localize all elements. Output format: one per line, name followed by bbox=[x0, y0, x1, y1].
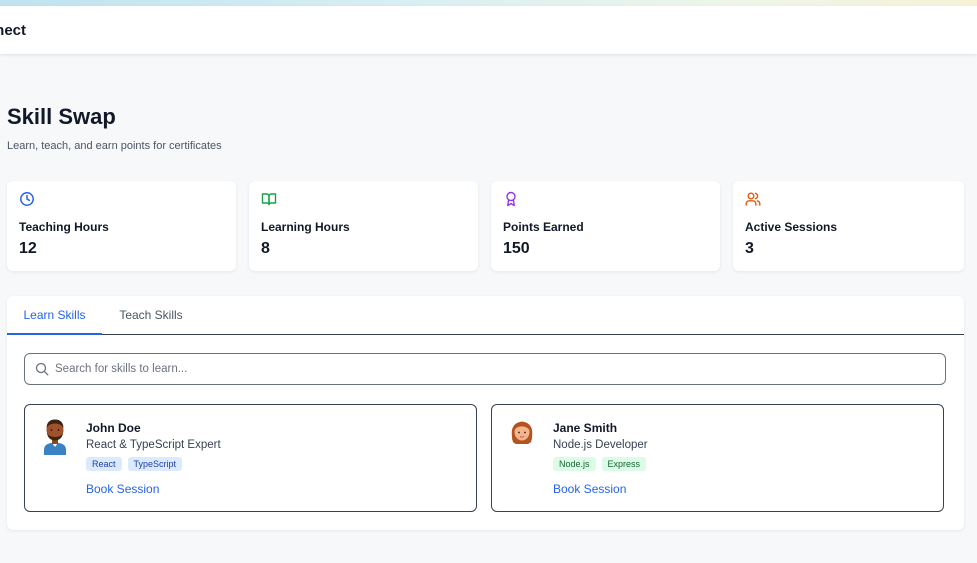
users-icon bbox=[745, 192, 761, 206]
skill-tags: Node.js Express bbox=[553, 457, 647, 471]
mentor-card-jane-smith: Jane Smith Node.js Developer Node.js Exp… bbox=[491, 404, 944, 512]
stat-card-points-earned: Points Earned 150 bbox=[491, 181, 720, 271]
stat-label: Teaching Hours bbox=[19, 220, 109, 234]
award-icon bbox=[506, 191, 516, 207]
tab-learn-skills[interactable]: Learn Skills bbox=[7, 296, 102, 335]
mentor-role: Node.js Developer bbox=[553, 439, 648, 451]
skill-tag: TypeScript bbox=[127, 457, 183, 471]
stat-label: Points Earned bbox=[503, 220, 584, 234]
navbar: nnect bbox=[0, 6, 977, 54]
mentor-name: Jane Smith bbox=[553, 421, 618, 435]
brand-name[interactable]: nnect bbox=[0, 22, 26, 39]
stat-value: 150 bbox=[503, 240, 530, 257]
stat-label: Learning Hours bbox=[261, 220, 350, 234]
mentor-card-john-doe: John Doe React & TypeScript Expert React… bbox=[24, 404, 477, 512]
page-title: Skill Swap bbox=[7, 104, 116, 129]
stat-card-teaching-hours: Teaching Hours 12 bbox=[7, 181, 236, 271]
tab-teach-skills[interactable]: Teach Skills bbox=[111, 296, 191, 335]
stat-card-active-sessions: Active Sessions 3 bbox=[733, 181, 964, 271]
stat-value: 8 bbox=[261, 240, 270, 257]
tab-bar: Learn Skills Teach Skills bbox=[7, 296, 964, 335]
female-avatar-icon bbox=[511, 421, 533, 444]
stat-value: 3 bbox=[745, 240, 754, 257]
stat-card-learning-hours: Learning Hours 8 bbox=[249, 181, 478, 271]
book-session-button[interactable]: Book Session bbox=[86, 482, 159, 496]
male-avatar-icon bbox=[44, 419, 66, 455]
skill-tags: React TypeScript bbox=[86, 457, 183, 471]
search-icon bbox=[35, 362, 49, 376]
skill-tag: React bbox=[86, 457, 122, 471]
search-input[interactable] bbox=[55, 354, 935, 383]
skill-tag: Node.js bbox=[553, 457, 596, 471]
mentor-role: React & TypeScript Expert bbox=[86, 439, 221, 451]
book-session-button[interactable]: Book Session bbox=[553, 482, 626, 496]
skills-panel: Learn Skills Teach Skills John Doe React… bbox=[7, 296, 964, 530]
mentor-name: John Doe bbox=[86, 421, 141, 435]
stat-value: 12 bbox=[19, 240, 37, 257]
stat-label: Active Sessions bbox=[745, 220, 838, 234]
clock-icon bbox=[20, 192, 34, 206]
page-subtitle: Learn, teach, and earn points for certif… bbox=[7, 140, 222, 152]
book-open-icon bbox=[261, 193, 277, 206]
skill-tag: Express bbox=[601, 457, 647, 471]
skill-search[interactable] bbox=[24, 353, 946, 385]
